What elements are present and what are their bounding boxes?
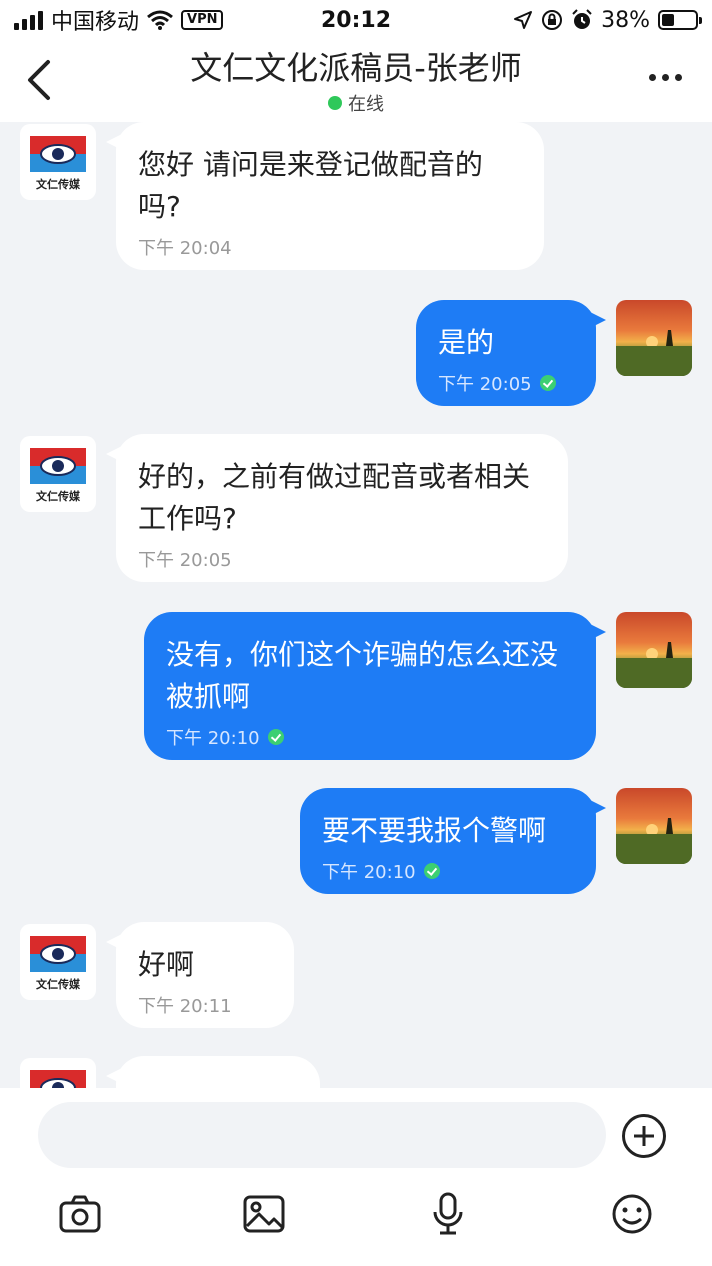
message-text: 好啊 <box>138 948 195 981</box>
message-text: 没有，你们这个诈骗的怎么还没被抓啊 <box>166 638 559 713</box>
read-check-icon <box>539 375 556 391</box>
message-bubble-outgoing[interactable]: 是的 下午 20:05 <box>416 300 606 406</box>
signal-icon <box>14 10 43 30</box>
vpn-badge: VPN <box>181 10 224 30</box>
my-avatar[interactable] <box>616 300 692 376</box>
message-time: 下午 20:05 <box>138 550 232 571</box>
message-input[interactable] <box>38 1102 606 1168</box>
svg-text:文仁传媒: 文仁传媒 <box>36 977 81 991</box>
message-time: 下午 20:10 <box>322 858 572 884</box>
message-time: 下午 20:11 <box>138 996 232 1017</box>
message-text: 要不要我报个警啊 <box>322 814 547 847</box>
online-label: 在线 <box>348 94 384 115</box>
svg-text:文仁传媒: 文仁传媒 <box>36 177 81 191</box>
chat-title: 文仁文化派稿员-张老师 <box>190 49 522 87</box>
online-dot-icon <box>328 96 342 110</box>
composer <box>0 1088 712 1266</box>
my-avatar[interactable] <box>616 788 692 864</box>
message-bubble-incoming-partial[interactable] <box>106 1056 320 1088</box>
message-bubble-outgoing[interactable]: 没有，你们这个诈骗的怎么还没被抓啊 下午 20:10 <box>144 612 606 760</box>
carrier-label: 中国移动 <box>51 10 140 35</box>
contact-avatar[interactable] <box>20 1058 96 1088</box>
status-bar: 中国移动 VPN 20:12 38% <box>0 0 712 40</box>
image-icon[interactable] <box>242 1192 286 1236</box>
message-text: 是的 <box>438 326 495 359</box>
wenren-logo-icon: 文仁传媒 <box>30 136 86 191</box>
battery-percent: 38% <box>601 7 650 33</box>
chat-header: 文仁文化派稿员-张老师 在线 <box>0 40 712 122</box>
emoji-icon[interactable] <box>610 1192 654 1236</box>
message-bubble-incoming[interactable]: 好啊 下午 20:11 <box>106 922 294 1028</box>
battery-icon <box>658 10 702 30</box>
message-time: 下午 20:05 <box>438 370 572 396</box>
message-text: 好的，之前有做过配音或者相关工作吗? <box>138 460 531 535</box>
my-avatar[interactable] <box>616 612 692 688</box>
status-right: 38% <box>513 7 702 33</box>
clock: 20:12 <box>320 7 392 33</box>
message-list[interactable]: 文仁传媒 您好 请问是来登记做配音的吗? 下午 20:04 是的 下午 20:0… <box>0 122 712 1088</box>
rotation-lock-icon <box>542 10 563 30</box>
read-check-icon <box>423 863 440 879</box>
wenren-logo-icon: 文仁传媒 <box>30 936 86 991</box>
wifi-icon <box>147 10 173 30</box>
message-text: 您好 请问是来登记做配音的吗? <box>138 148 483 223</box>
message-bubble-incoming[interactable]: 您好 请问是来登记做配音的吗? 下午 20:04 <box>106 122 544 270</box>
message-time: 下午 20:04 <box>138 238 232 259</box>
wenren-logo-icon <box>30 1070 86 1088</box>
sunset-photo-icon <box>616 818 692 864</box>
message-bubble-outgoing[interactable]: 要不要我报个警啊 下午 20:10 <box>300 788 606 894</box>
contact-avatar[interactable]: 文仁传媒 <box>20 924 96 1000</box>
svg-text:文仁传媒: 文仁传媒 <box>36 489 81 503</box>
message-bubble-incoming[interactable]: 好的，之前有做过配音或者相关工作吗? 下午 20:05 <box>106 434 568 582</box>
add-attachment-button[interactable] <box>622 1114 666 1158</box>
camera-icon[interactable] <box>58 1192 102 1236</box>
microphone-icon[interactable] <box>426 1192 470 1236</box>
contact-avatar[interactable]: 文仁传媒 <box>20 124 96 200</box>
sunset-photo-icon <box>616 330 692 376</box>
more-options-button[interactable] <box>649 74 682 81</box>
read-check-icon <box>267 729 284 745</box>
sunset-photo-icon <box>616 642 692 688</box>
title-area: 文仁文化派稿员-张老师 在线 <box>0 46 712 116</box>
message-time: 下午 20:10 <box>166 724 572 750</box>
contact-avatar[interactable]: 文仁传媒 <box>20 436 96 512</box>
online-status: 在线 <box>328 90 384 116</box>
alarm-icon <box>572 9 592 29</box>
location-arrow-icon <box>514 11 533 29</box>
wenren-logo-icon: 文仁传媒 <box>30 448 86 503</box>
status-left: 中国移动 VPN <box>14 4 224 36</box>
